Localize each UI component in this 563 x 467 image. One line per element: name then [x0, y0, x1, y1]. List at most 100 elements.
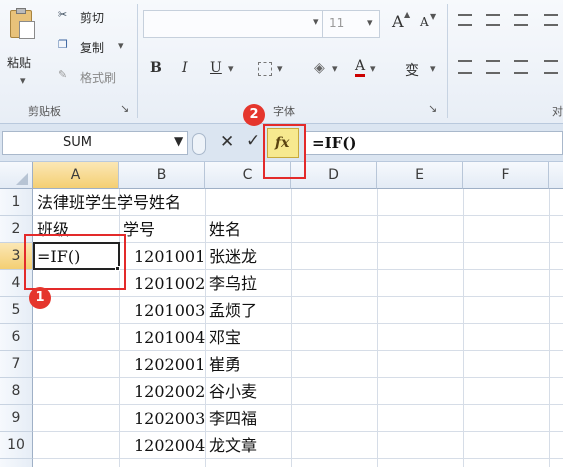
- column-header-e[interactable]: E: [377, 162, 463, 189]
- cell-b5[interactable]: 1201003: [134, 297, 205, 324]
- chevron-down-icon[interactable]: ▾: [277, 62, 283, 75]
- cell-c8[interactable]: 谷小麦: [209, 378, 257, 405]
- gridline: [119, 189, 120, 467]
- cell-c6[interactable]: 邓宝: [209, 324, 241, 351]
- align-bottom-icon[interactable]: [514, 14, 528, 26]
- cell-b6[interactable]: 1201004: [134, 324, 205, 351]
- cell-a1[interactable]: 法律班学生学号姓名: [37, 189, 181, 216]
- cell-b3[interactable]: 1201001: [134, 243, 205, 270]
- highlight-box-fx: [263, 124, 306, 179]
- gridline: [377, 189, 378, 467]
- step-badge-2: 2: [243, 104, 265, 126]
- cell-b9[interactable]: 1202003: [134, 405, 205, 432]
- cell-b8[interactable]: 1202002: [134, 378, 205, 405]
- row-header-6[interactable]: 6: [0, 324, 33, 351]
- indent-icon[interactable]: [544, 60, 558, 74]
- row-header-partial[interactable]: [0, 459, 33, 467]
- dialog-launcher-icon[interactable]: ↘: [428, 102, 437, 115]
- clipboard-group-label: 剪贴板: [28, 105, 61, 118]
- chevron-down-icon: ▾: [20, 74, 26, 87]
- select-all-corner[interactable]: [0, 162, 33, 189]
- cancel-icon[interactable]: ✕: [220, 132, 234, 152]
- italic-button[interactable]: I: [182, 60, 188, 76]
- row-header-9[interactable]: 9: [0, 405, 33, 432]
- gridline: [291, 189, 292, 467]
- chevron-down-icon[interactable]: ▾: [370, 62, 376, 75]
- formula-input[interactable]: =IF(): [305, 131, 563, 155]
- grow-arrow: ▲: [404, 10, 411, 19]
- row-header-1[interactable]: 1: [0, 189, 33, 216]
- cell-c5[interactable]: 孟烦了: [209, 297, 257, 324]
- chevron-down-icon[interactable]: ▾: [228, 62, 234, 75]
- cell-b7[interactable]: 1202001: [134, 351, 205, 378]
- grow-font-icon[interactable]: A: [392, 12, 404, 31]
- font-name-select[interactable]: [143, 10, 323, 38]
- copy-icon: ❐: [58, 38, 68, 51]
- paste-label: 粘贴: [7, 56, 32, 70]
- cell-c9[interactable]: 李四福: [209, 405, 257, 432]
- step-badge-1: 1: [29, 287, 51, 309]
- underline-button[interactable]: U: [210, 60, 222, 76]
- row-header-10[interactable]: 10: [0, 432, 33, 459]
- bold-button[interactable]: B: [150, 60, 162, 76]
- column-header-a[interactable]: A: [33, 162, 119, 189]
- copy-label: 复制: [80, 41, 105, 55]
- format-painter-button[interactable]: ✎ 格式刷: [56, 67, 136, 87]
- font-size-select[interactable]: 11 ▾: [322, 10, 380, 38]
- cell-c2[interactable]: 姓名: [209, 216, 241, 243]
- cell-b4[interactable]: 1201002: [134, 270, 205, 297]
- orientation-icon[interactable]: [544, 14, 558, 26]
- gridline: [33, 296, 563, 297]
- column-header-b[interactable]: B: [119, 162, 205, 189]
- align-left-icon[interactable]: [458, 60, 472, 74]
- gridline: [33, 431, 563, 432]
- group-divider: [447, 4, 448, 118]
- shrink-font-icon[interactable]: A: [420, 15, 429, 29]
- paste-button[interactable]: 粘贴 ▾: [4, 4, 46, 92]
- chevron-down-icon[interactable]: ▾: [313, 15, 319, 28]
- cut-button[interactable]: ✂ 剪切: [56, 7, 126, 27]
- cell-b2[interactable]: 学号: [123, 216, 155, 243]
- gridline: [549, 189, 550, 467]
- format-painter-label: 格式刷: [80, 71, 117, 85]
- scissors-icon: ✂: [58, 8, 68, 21]
- fill-color-icon[interactable]: ◈: [314, 60, 325, 76]
- chevron-down-icon[interactable]: ▼: [174, 134, 183, 148]
- cell-c4[interactable]: 李乌拉: [209, 270, 257, 297]
- name-box-value: SUM: [63, 135, 92, 150]
- row-header-8[interactable]: 8: [0, 378, 33, 405]
- gridline: [463, 189, 464, 467]
- align-right-icon[interactable]: [514, 60, 528, 74]
- cell-c7[interactable]: 崔勇: [209, 351, 241, 378]
- font-color-icon[interactable]: A: [355, 58, 366, 77]
- cut-label: 剪切: [80, 11, 105, 25]
- cell-b10[interactable]: 1202004: [134, 432, 205, 459]
- chevron-down-icon: ▾: [367, 16, 373, 29]
- formula-text: =IF(): [312, 134, 357, 152]
- row-header-7[interactable]: 7: [0, 351, 33, 378]
- font-size-value: 11: [329, 16, 345, 30]
- chevron-down-icon[interactable]: ▾: [332, 62, 338, 75]
- align-middle-icon[interactable]: [486, 14, 500, 26]
- align-top-icon[interactable]: [458, 14, 472, 26]
- gridline: [33, 377, 563, 378]
- name-box[interactable]: SUM: [2, 131, 188, 155]
- border-icon[interactable]: [258, 62, 272, 76]
- phonetic-button[interactable]: 变: [405, 60, 419, 80]
- gridline: [33, 404, 563, 405]
- column-header-f[interactable]: F: [463, 162, 549, 189]
- clipboard-icon: [10, 8, 35, 39]
- cell-c10[interactable]: 龙文章: [209, 432, 257, 459]
- enter-check-icon[interactable]: ✓: [246, 131, 260, 151]
- dialog-launcher-icon[interactable]: ↘: [120, 102, 129, 115]
- chevron-down-icon[interactable]: ▾: [430, 62, 436, 75]
- align-center-icon[interactable]: [486, 60, 500, 74]
- cell-c3[interactable]: 张迷龙: [209, 243, 257, 270]
- font-group-label: 字体: [273, 105, 295, 118]
- corner-triangle-icon: [16, 173, 28, 185]
- column-header-partial[interactable]: [549, 162, 563, 189]
- splitter-handle[interactable]: [192, 133, 206, 155]
- row-header-5[interactable]: 5: [0, 297, 33, 324]
- alignment-group-label: 对: [552, 105, 563, 118]
- copy-button[interactable]: ❐ 复制 ▾: [56, 37, 136, 57]
